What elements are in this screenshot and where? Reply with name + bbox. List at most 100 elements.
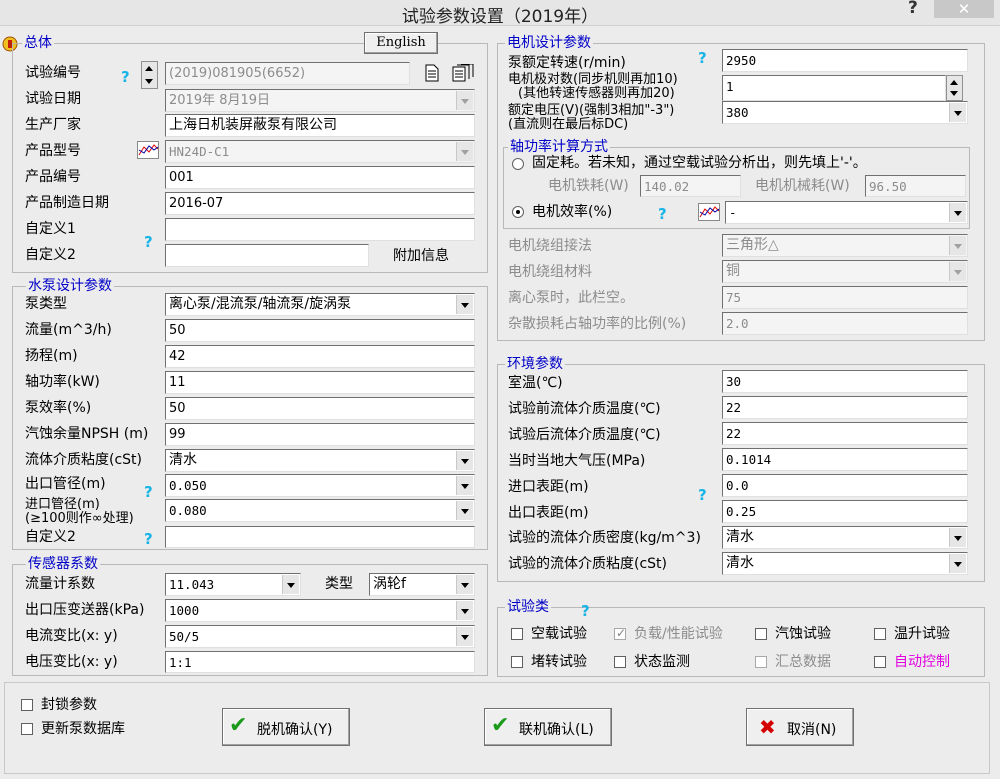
help-icon[interactable]: ?: [144, 484, 153, 500]
flow-field[interactable]: 50: [165, 319, 475, 342]
close-button[interactable]: ✕: [934, 0, 994, 18]
help-icon[interactable]: ?: [144, 531, 153, 547]
pump-viscosity-value: 清水: [169, 452, 197, 468]
pump-type-select[interactable]: 离心泵/混流泵/轴流泵/旋涡泵: [165, 293, 475, 316]
status-monitor-checkbox[interactable]: [614, 656, 626, 668]
chevron-down-icon[interactable]: [949, 528, 966, 547]
iron-loss-field[interactable]: 140.02: [640, 175, 741, 197]
npsh-label: 汽蚀余量NPSH (m): [25, 426, 149, 442]
help-icon[interactable]: ?: [144, 234, 153, 250]
chevron-down-icon[interactable]: [949, 554, 966, 573]
offline-confirm-button[interactable]: ✔ 脱机确认(Y): [222, 708, 350, 746]
cancel-button[interactable]: ✖ 取消(N): [746, 708, 854, 746]
motor-efficiency-radio[interactable]: [512, 206, 524, 218]
pump-efficiency-field[interactable]: 50: [165, 397, 475, 420]
winding-mat-select[interactable]: 铜: [722, 260, 968, 283]
chevron-down-icon[interactable]: [456, 601, 473, 620]
head-field[interactable]: 42: [165, 345, 475, 368]
chart-icon[interactable]: [698, 203, 720, 225]
product-no-field[interactable]: 001: [165, 166, 475, 189]
voltage-ratio-field[interactable]: 1:1: [165, 651, 475, 673]
flowmeter-select[interactable]: 11.043: [165, 573, 301, 596]
test-no-spinner[interactable]: [141, 61, 158, 89]
document-stack-icon[interactable]: [452, 63, 474, 86]
update-db-checkbox[interactable]: [21, 723, 33, 735]
cavitation-test-checkbox[interactable]: [755, 628, 767, 640]
load-test-checkbox[interactable]: [614, 626, 626, 640]
rated-voltage-note: (直流则在最后标DC): [508, 117, 629, 132]
model-field[interactable]: HN24D-C1: [165, 140, 475, 163]
density-select[interactable]: 清水: [722, 526, 968, 549]
custom1-field[interactable]: [165, 218, 475, 241]
chevron-down-icon[interactable]: [456, 295, 473, 314]
test-date-field[interactable]: 2019年 8月19日: [165, 89, 475, 112]
winding-conn-select[interactable]: 三角形△: [722, 234, 968, 257]
pump-viscosity-select[interactable]: 清水: [165, 449, 475, 472]
poles-field[interactable]: 1: [722, 75, 946, 101]
motor-efficiency-select[interactable]: -: [725, 201, 968, 224]
speed-field[interactable]: 2950: [722, 49, 968, 72]
pressure-select[interactable]: 1000: [165, 599, 475, 622]
test-no-field[interactable]: (2019)081905(6652): [165, 62, 410, 85]
online-confirm-label: 联机确认(L): [519, 722, 594, 738]
chevron-down-icon[interactable]: [456, 476, 473, 495]
chevron-down-icon[interactable]: [456, 501, 473, 520]
chevron-down-icon[interactable]: [949, 103, 966, 122]
help-icon[interactable]: ?: [698, 50, 707, 66]
chart-icon[interactable]: [137, 141, 159, 163]
temp-after-field[interactable]: 22: [722, 422, 968, 445]
outlet-dia-select[interactable]: 0.050: [165, 474, 475, 497]
chevron-down-icon[interactable]: [456, 575, 473, 594]
temp-before-field[interactable]: 22: [722, 396, 968, 419]
help-icon[interactable]: ?: [121, 69, 130, 85]
pump-custom2-field[interactable]: [165, 526, 475, 548]
current-ratio-label: 电流变比(x: y): [25, 628, 118, 644]
document-icon[interactable]: [425, 64, 439, 86]
chevron-down-icon[interactable]: [949, 236, 966, 255]
fixed-loss-radio[interactable]: [512, 158, 524, 170]
online-confirm-button[interactable]: ✔ 联机确认(L): [484, 708, 612, 746]
poles-spinner[interactable]: [946, 75, 963, 101]
atm-pressure-field[interactable]: 0.1014: [722, 448, 968, 471]
inlet-dia-label: 进口管径(m): [25, 497, 100, 512]
current-ratio-select[interactable]: 50/5: [165, 625, 475, 648]
load-test-label: 负载/性能试验: [634, 626, 723, 642]
help-icon[interactable]: ?: [658, 206, 667, 222]
chevron-down-icon[interactable]: [949, 203, 966, 222]
locked-rotor-checkbox[interactable]: [511, 656, 523, 668]
chevron-down-icon[interactable]: [282, 575, 299, 594]
summary-data-checkbox[interactable]: [755, 656, 767, 668]
room-temp-field[interactable]: 30: [722, 370, 968, 393]
custom2-field[interactable]: [165, 244, 369, 267]
maker-field[interactable]: 上海日机装屏蔽泵有限公司: [165, 114, 475, 137]
env-viscosity-select[interactable]: 清水: [722, 552, 968, 575]
help-icon[interactable]: ?: [581, 603, 590, 619]
shaft-power-field[interactable]: 11: [165, 371, 475, 394]
mfg-date-field[interactable]: 2016-07: [165, 192, 475, 215]
inlet-dia-select[interactable]: 0.080: [165, 499, 475, 522]
chevron-down-icon[interactable]: [949, 262, 966, 281]
mech-loss-field[interactable]: 96.50: [865, 175, 966, 197]
outlet-gauge-field[interactable]: 0.25: [722, 500, 968, 523]
chevron-down-icon[interactable]: [456, 627, 473, 646]
chevron-down-icon[interactable]: [456, 451, 473, 470]
noload-test-checkbox[interactable]: [511, 628, 523, 640]
centrifugal-field[interactable]: 75: [722, 286, 968, 309]
chevron-down-icon[interactable]: [456, 91, 473, 110]
flowmeter-value: 11.043: [169, 577, 215, 592]
help-icon[interactable]: ?: [698, 487, 707, 503]
help-icon[interactable]: ?: [908, 0, 918, 18]
extra-info-button[interactable]: 附加信息: [393, 248, 449, 264]
inlet-gauge-field[interactable]: 0.0: [722, 474, 968, 497]
sensor-type-select[interactable]: 涡轮f: [369, 573, 475, 596]
temp-rise-test-checkbox[interactable]: [874, 628, 886, 640]
english-button[interactable]: English: [364, 32, 438, 54]
rated-voltage-select[interactable]: 380: [722, 101, 968, 124]
auto-control-checkbox[interactable]: [874, 656, 886, 668]
rated-voltage-label: 额定电压(V)(强制3相加"-3"): [508, 103, 675, 118]
temp-rise-test-label: 温升试验: [894, 626, 950, 642]
npsh-field[interactable]: 99: [165, 423, 475, 446]
chevron-down-icon[interactable]: [456, 142, 473, 161]
stray-loss-field[interactable]: 2.0: [722, 312, 968, 335]
lock-params-checkbox[interactable]: [21, 699, 33, 711]
